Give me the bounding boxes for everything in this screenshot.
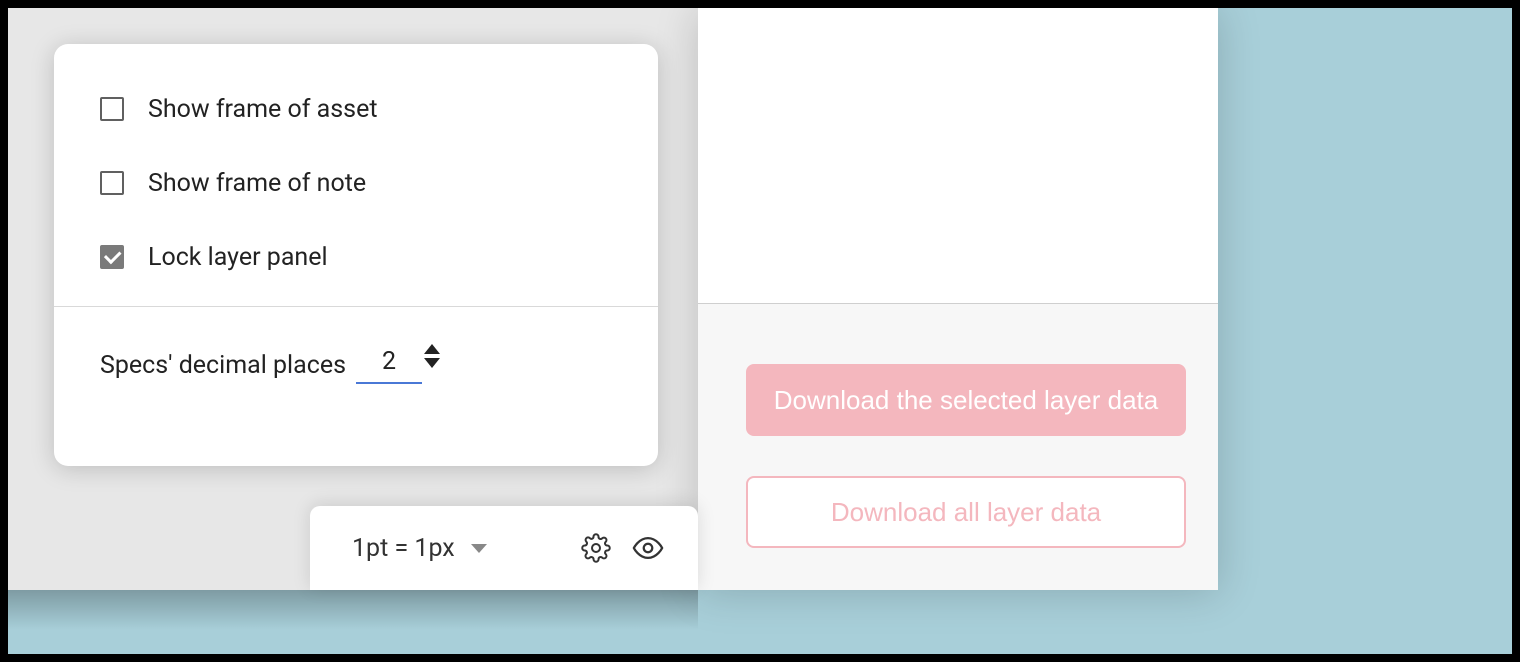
- chevron-down-icon: [471, 544, 487, 553]
- option-label: Show frame of note: [148, 169, 366, 198]
- download-selected-button[interactable]: Download the selected layer data: [746, 364, 1186, 436]
- settings-popover: Show frame of asset Show frame of note L…: [54, 44, 658, 466]
- decimal-places-row: Specs' decimal places 2: [54, 307, 658, 404]
- inspector-preview-area: [698, 8, 1218, 304]
- decimal-places-value: 2: [356, 347, 422, 384]
- option-label: Show frame of asset: [148, 95, 378, 124]
- settings-options-section: Show frame of asset Show frame of note L…: [54, 44, 658, 306]
- unit-scale-label: 1pt = 1px: [352, 534, 455, 563]
- arrow-up-icon: [424, 344, 440, 354]
- decimal-places-input[interactable]: 2: [356, 347, 422, 384]
- arrow-down-icon: [424, 358, 440, 368]
- download-all-button[interactable]: Download all layer data: [746, 476, 1186, 548]
- option-lock-layer-panel[interactable]: Lock layer panel: [100, 220, 612, 294]
- bottom-toolbar: 1pt = 1px: [310, 506, 698, 590]
- settings-button[interactable]: [574, 526, 618, 570]
- option-show-frame-asset[interactable]: Show frame of asset: [100, 72, 612, 146]
- checkbox-checked-icon: [100, 245, 124, 269]
- checkbox-icon: [100, 97, 124, 121]
- checkbox-icon: [100, 171, 124, 195]
- decimal-places-stepper[interactable]: [424, 344, 440, 368]
- eye-icon: [631, 531, 665, 565]
- unit-scale-dropdown[interactable]: 1pt = 1px: [338, 528, 501, 569]
- gear-icon: [581, 533, 611, 563]
- decimal-places-label: Specs' decimal places: [100, 351, 346, 380]
- app-stage: Download the selected layer data Downloa…: [8, 8, 1512, 654]
- option-label: Lock layer panel: [148, 243, 328, 272]
- visibility-button[interactable]: [626, 526, 670, 570]
- option-show-frame-note[interactable]: Show frame of note: [100, 146, 612, 220]
- inspector-panel: Download the selected layer data Downloa…: [698, 8, 1218, 590]
